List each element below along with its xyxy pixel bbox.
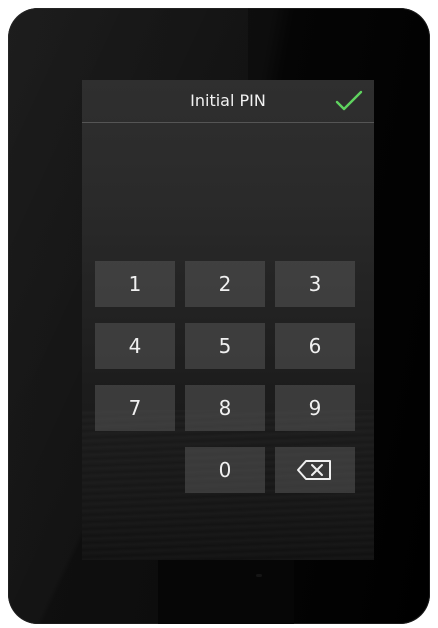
key-8[interactable]: 8 [185, 385, 265, 431]
key-3[interactable]: 3 [275, 261, 355, 307]
key-0[interactable]: 0 [185, 447, 265, 493]
backspace-button[interactable] [275, 447, 355, 493]
key-4[interactable]: 4 [95, 323, 175, 369]
device-frame: Initial PIN 1 2 3 4 5 6 7 8 9 0 [8, 8, 430, 624]
page-title: Initial PIN [190, 91, 266, 110]
key-9[interactable]: 9 [275, 385, 355, 431]
backspace-icon [295, 458, 335, 482]
key-5[interactable]: 5 [185, 323, 265, 369]
device-base [158, 560, 294, 624]
checkmark-icon [335, 90, 363, 111]
confirm-button[interactable] [334, 88, 364, 114]
pin-display [82, 123, 374, 253]
sensor-dot [256, 574, 262, 577]
key-6[interactable]: 6 [275, 323, 355, 369]
pin-entry-screen: Initial PIN 1 2 3 4 5 6 7 8 9 0 [82, 80, 374, 560]
key-2[interactable]: 2 [185, 261, 265, 307]
numeric-keypad: 1 2 3 4 5 6 7 8 9 0 [95, 261, 361, 493]
key-1[interactable]: 1 [95, 261, 175, 307]
header-bar: Initial PIN [82, 80, 374, 123]
key-7[interactable]: 7 [95, 385, 175, 431]
